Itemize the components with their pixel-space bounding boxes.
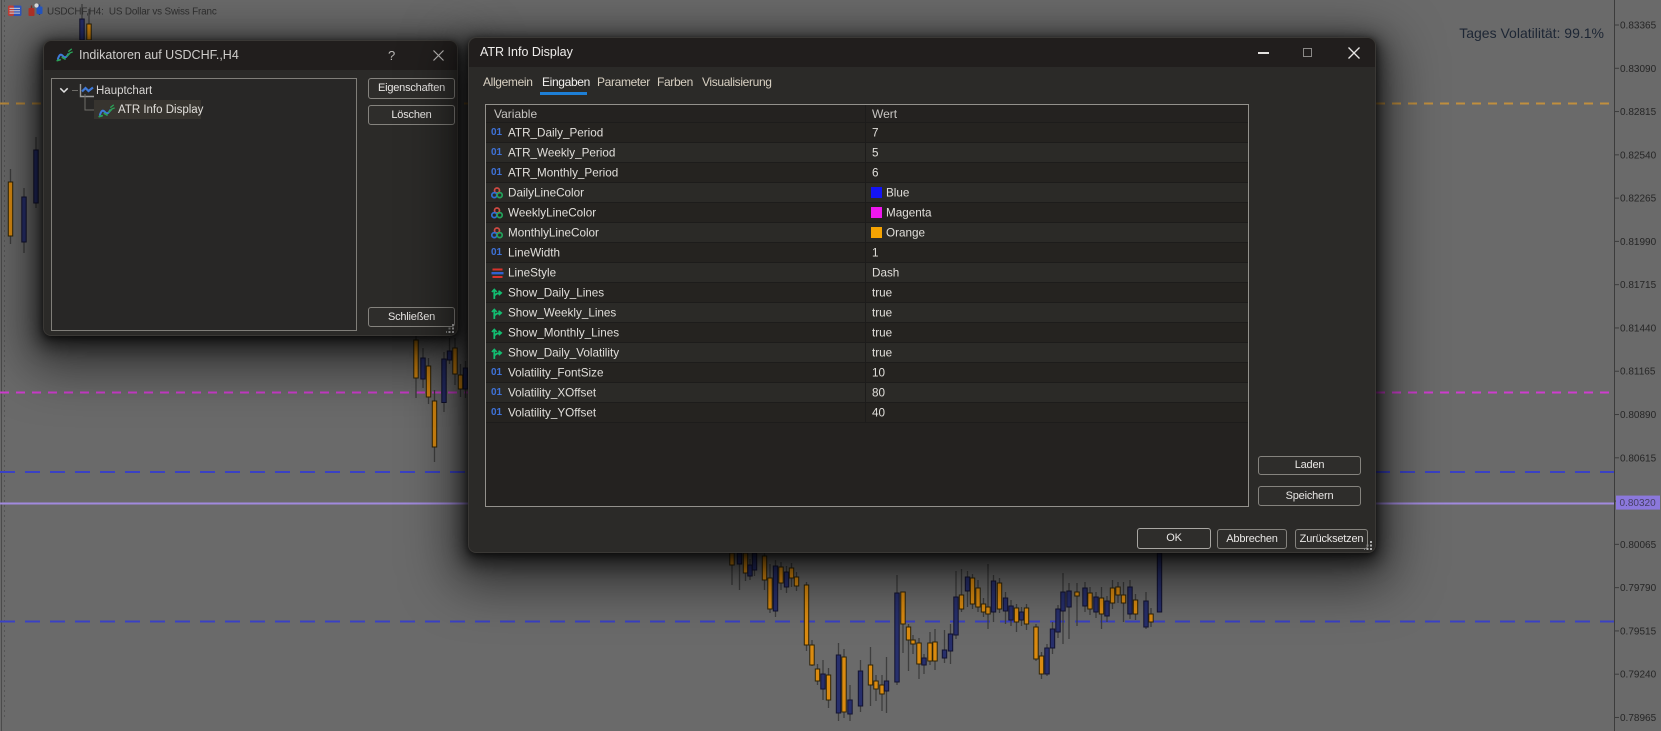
svg-text:0.80320: 0.80320 <box>1620 498 1657 509</box>
svg-text:0.79240: 0.79240 <box>1620 670 1657 681</box>
svg-text:0.82540: 0.82540 <box>1620 150 1657 161</box>
svg-text:0.81990: 0.81990 <box>1620 237 1657 248</box>
svg-text:0.79515: 0.79515 <box>1620 626 1657 637</box>
svg-text:0.80890: 0.80890 <box>1620 410 1657 421</box>
svg-text:0.81165: 0.81165 <box>1620 367 1656 378</box>
svg-text:0.78965: 0.78965 <box>1620 713 1657 724</box>
svg-text:0.80065: 0.80065 <box>1620 540 1657 551</box>
svg-text:0.82815: 0.82815 <box>1620 107 1657 118</box>
svg-text:0.79790: 0.79790 <box>1620 583 1657 594</box>
svg-text:Tages Volatilität: 99.1%: Tages Volatilität: 99.1% <box>1459 25 1604 41</box>
svg-text:0.82265: 0.82265 <box>1620 194 1657 205</box>
svg-text:0.81440: 0.81440 <box>1620 323 1657 334</box>
svg-text:0.81715: 0.81715 <box>1620 280 1657 291</box>
svg-text:0.80615: 0.80615 <box>1620 453 1657 464</box>
svg-text:0.83090: 0.83090 <box>1620 64 1657 75</box>
svg-text:USDCHF,H4: US Dollar vs Swiss: USDCHF,H4: US Dollar vs Swiss Franc <box>47 7 217 18</box>
svg-text:0.83365: 0.83365 <box>1620 21 1657 32</box>
